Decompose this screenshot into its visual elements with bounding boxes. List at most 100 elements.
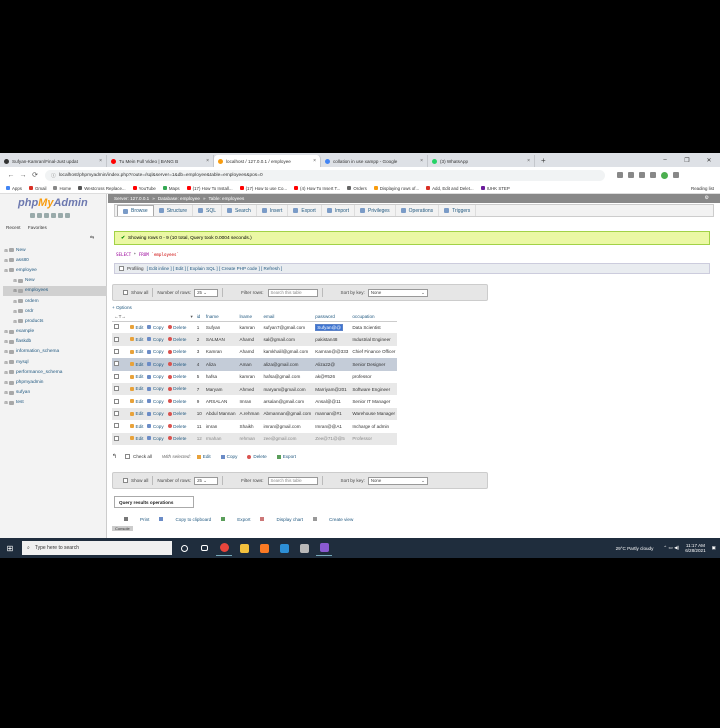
data-cell[interactable]: 11 (194, 420, 204, 433)
data-cell[interactable]: Ahmed (237, 382, 262, 396)
data-cell[interactable]: Aliza22@ (313, 358, 351, 371)
row-checkbox[interactable] (114, 410, 119, 416)
data-cell[interactable]: Abmannan@gmail.com (261, 407, 314, 421)
filter-rows-input[interactable]: Search this table (267, 476, 318, 485)
puzzle-icon[interactable] (650, 172, 656, 178)
bookmark-item[interactable]: (17) How to use Co... (239, 186, 287, 191)
show-all-checkbox[interactable] (123, 290, 128, 295)
data-cell[interactable]: 1 (194, 321, 204, 334)
copy-to-clipboard-button[interactable]: Copy to clipboard (159, 517, 211, 522)
print-button[interactable]: Print (124, 517, 149, 522)
chrome-icon[interactable] (216, 540, 232, 556)
check-all-checkbox[interactable] (125, 454, 131, 459)
tree-node[interactable]: ⊞ mysql (3, 357, 107, 367)
data-cell[interactable]: Marriyam@201 (313, 382, 351, 396)
data-cell[interactable]: arsalan@gmail.com (261, 395, 314, 408)
close-tab-icon[interactable]: × (99, 158, 102, 164)
data-cell[interactable]: Abdul Mannan (203, 407, 238, 421)
data-cell[interactable]: Sufyan (203, 321, 238, 334)
copy-button[interactable]: Copy (147, 411, 164, 416)
filter-rows-input[interactable]: Search this table (267, 288, 318, 297)
browser-tab[interactable]: Tu Mein Full Video | BANG B × (107, 155, 214, 167)
sort-by-key-select[interactable]: None ⌄ (367, 288, 428, 297)
data-cell[interactable]: Ansal@@11 (313, 395, 351, 408)
tree-node[interactable]: ⊞ phpmyadmin (3, 377, 107, 387)
extension-icon[interactable] (639, 172, 645, 178)
store-icon[interactable] (296, 540, 312, 556)
menu-tab[interactable]: Operations (396, 205, 440, 216)
number-of-rows-select[interactable]: 25 ⌄ (194, 476, 219, 485)
favorites-tab[interactable]: Favorites (28, 225, 47, 230)
bookmark-item[interactable]: Gmail (29, 186, 46, 191)
taskbar-search[interactable]: ⌕ Type here to search (22, 541, 172, 555)
data-cell[interactable]: sal@gmail.com (261, 333, 314, 346)
data-cell[interactable]: mannan@#1 (313, 407, 351, 421)
sort-by-key-select[interactable]: None ⌄ (367, 476, 428, 485)
menu-tab[interactable]: Structure (154, 205, 193, 216)
file-explorer-icon[interactable] (236, 540, 252, 556)
data-cell[interactable]: maryam@gmail.com (261, 382, 314, 396)
star-icon[interactable] (617, 172, 623, 178)
data-cell[interactable]: rmahan (203, 432, 238, 445)
data-cell[interactable]: Ahamd (237, 345, 262, 359)
console-toggle[interactable]: Console (112, 526, 133, 531)
delete-button[interactable]: Delete (167, 325, 186, 330)
data-cell[interactable]: rehman (237, 432, 262, 445)
weather-widget[interactable]: 29°C Partly cloudy (616, 546, 654, 551)
copy-button[interactable]: Copy (147, 349, 164, 354)
data-cell[interactable]: Warehouse Manager (350, 407, 398, 421)
edit-button[interactable]: Edit (130, 325, 143, 330)
menu-tab[interactable]: Export (288, 205, 322, 216)
tree-node[interactable]: ⊞ ass80 (3, 255, 107, 265)
menu-tab[interactable]: Insert (257, 205, 289, 216)
display-chart-button[interactable]: Display chart (260, 517, 303, 522)
tree-node[interactable]: ⊞ New (3, 245, 107, 255)
edit-button[interactable]: Edit (130, 424, 143, 429)
data-cell[interactable]: kamran (237, 370, 262, 383)
tree-node[interactable]: ⊞ ordr (3, 306, 107, 316)
tree-node[interactable]: ⊞ sufyan (3, 388, 107, 398)
edit-button[interactable]: Edit (130, 399, 143, 404)
data-cell[interactable]: Senior Designer (350, 358, 398, 371)
close-tab-icon[interactable]: × (420, 158, 423, 164)
edit-button[interactable]: Edit (130, 386, 143, 391)
edit-button[interactable]: Edit (130, 349, 143, 354)
row-checkbox[interactable] (114, 324, 119, 330)
extension-icon[interactable] (628, 172, 634, 178)
data-cell[interactable]: Shaikh (237, 420, 262, 433)
clock[interactable]: 11:17 AM 6/28/2021 (685, 543, 705, 554)
data-cell[interactable]: Senior IT Manager (350, 395, 398, 408)
docs-icon[interactable] (51, 213, 56, 218)
bookmark-item[interactable]: Add, Edit and Delet... (426, 186, 474, 191)
row-checkbox[interactable] (114, 423, 119, 429)
delete-button[interactable]: Delete (167, 399, 186, 404)
gear-icon[interactable] (58, 213, 63, 218)
inline-edit-field[interactable]: Sufyan@@ (315, 323, 343, 331)
notifications-icon[interactable]: ▣ (712, 545, 716, 551)
breadcrumb-database[interactable]: Database: employee (158, 196, 200, 201)
menu-tab[interactable]: Triggers (439, 205, 477, 216)
column-header[interactable]: email (261, 313, 314, 322)
export-button[interactable]: Export (221, 517, 250, 522)
data-cell[interactable]: Chief Finance Officer (350, 345, 398, 359)
home-icon[interactable] (30, 213, 35, 218)
xampp-icon[interactable] (256, 540, 272, 556)
data-cell[interactable]: Kamran@@333 (313, 345, 351, 359)
data-cell[interactable]: ARSALAN (203, 395, 238, 408)
data-cell[interactable]: Zee@71@@5 (313, 432, 351, 445)
minimize-icon[interactable]: – (654, 157, 676, 163)
data-cell[interactable]: imran@gmail.com (261, 420, 314, 433)
bookmark-item[interactable]: IUHK STEP (480, 186, 510, 191)
cortana-icon[interactable] (176, 540, 192, 556)
row-checkbox[interactable] (114, 435, 119, 441)
data-cell[interactable]: hafsa@gmail.com (261, 370, 314, 383)
bookmark-item[interactable]: (17) How To Install... (186, 186, 233, 191)
bulk-copy-button[interactable]: Copy (220, 454, 237, 459)
data-cell[interactable]: zee@gmail.com (261, 432, 314, 445)
bookmark-item[interactable]: Maps (162, 186, 180, 191)
copy-button[interactable]: Copy (147, 399, 164, 404)
copy-button[interactable]: Copy (147, 325, 164, 330)
data-cell[interactable]: Software Engineer (350, 382, 398, 396)
tree-node[interactable]: ⊞ performance_schema (3, 367, 107, 377)
copy-button[interactable]: Copy (147, 337, 164, 342)
